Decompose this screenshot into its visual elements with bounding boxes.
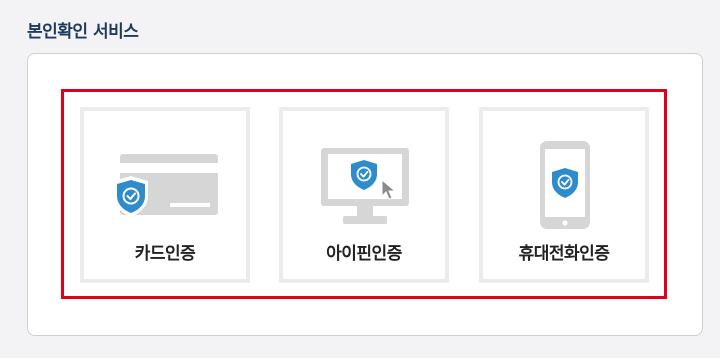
phone-verification-label: 휴대전화인증	[518, 244, 610, 264]
credit-card-shield-icon	[114, 154, 218, 217]
monitor-shield-icon	[321, 148, 409, 224]
mobile-phone-shield-icon	[540, 141, 590, 229]
phone-verification-button[interactable]: 휴대전화인증	[479, 107, 649, 283]
card-verification-button[interactable]: 카드인증	[80, 107, 250, 283]
ipin-verification-button[interactable]: 아이핀인증	[279, 107, 449, 283]
section-title: 본인확인 서비스	[27, 22, 139, 42]
card-verification-label: 카드인증	[134, 244, 196, 264]
ipin-verification-label: 아이핀인증	[326, 244, 402, 264]
